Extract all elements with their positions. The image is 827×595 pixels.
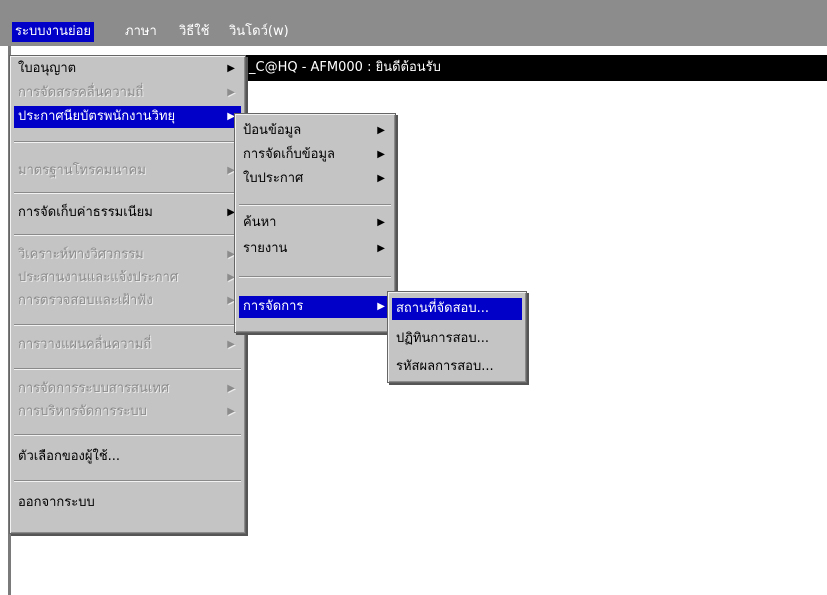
menu-item-telecom-standards: มาตรฐานโทรคมนาคม ▶ — [14, 160, 241, 182]
menu-separator — [14, 234, 241, 236]
submenu-arrow-icon: ▶ — [377, 301, 385, 312]
menu-separator — [14, 141, 241, 143]
submenu-arrow-icon: ▶ — [227, 406, 235, 417]
menu-item-label: ประกาศนียบัตรพนักงานวิทยุ — [18, 109, 176, 124]
menu-separator — [14, 434, 241, 436]
menu-item-label: มาตรฐานโทรคมนาคม — [18, 163, 146, 178]
menu-item-data-entry[interactable]: ป้อนข้อมูล ▶ — [239, 120, 391, 142]
menu-item-label: การบริหารจัดการระบบ — [18, 404, 147, 419]
submenu-arrow-icon: ▶ — [377, 217, 385, 228]
menu-item-management[interactable]: การจัดการ ▶ — [239, 296, 391, 318]
menu-item-logout[interactable]: ออกจากระบบ — [14, 492, 241, 514]
menu-item-label: การจัดเก็บค่าธรรมเนียม — [18, 205, 153, 220]
menu-item-label: การจัดการ — [243, 299, 304, 314]
menu-item-label: การวางแผนคลื่นความถี่ — [18, 337, 152, 352]
management-submenu: สถานที่จัดสอบ... ปฏิทินการสอบ... รหัสผลก… — [387, 291, 527, 383]
menu-separator — [14, 324, 241, 326]
menu-item-fee-collection[interactable]: การจัดเก็บค่าธรรมเนียม ▶ — [14, 202, 241, 224]
menu-item-report[interactable]: รายงาน ▶ — [239, 238, 391, 260]
menu-separator — [14, 192, 241, 194]
submenu-arrow-icon: ▶ — [227, 383, 235, 394]
menu-item-frequency-planning: การวางแผนคลื่นความถี่ ▶ — [14, 334, 241, 356]
menu-item-license[interactable]: ใบอนุญาต ▶ — [14, 58, 241, 80]
menu-item-label: การจัดเก็บข้อมูล — [243, 147, 336, 162]
menu-item-certificate[interactable]: ใบประกาศ ▶ — [239, 168, 391, 190]
menu-item-radio-operator-certificate[interactable]: ประกาศนียบัตรพนักงานวิทยุ ▶ — [14, 106, 241, 128]
menu-item-exam-venue[interactable]: สถานที่จัดสอบ... — [392, 298, 522, 320]
menubar-window[interactable]: วินโดว์(w) — [226, 22, 292, 42]
menu-item-label: ค้นหา — [243, 215, 277, 230]
submenu-arrow-icon: ▶ — [227, 339, 235, 350]
menu-item-monitoring: การตรวจสอบและเฝ้าฟัง ▶ — [14, 290, 241, 312]
menubar-help[interactable]: วิธีใช้ — [176, 22, 212, 42]
menu-item-engineering-analysis: วิเคราะห์ทางวิศวกรรม ▶ — [14, 244, 241, 266]
certificate-submenu: ป้อนข้อมูล ▶ การจัดเก็บข้อมูล ▶ ใบประกาศ… — [234, 113, 396, 333]
submenu-arrow-icon: ▶ — [377, 149, 385, 160]
menu-item-coordination: ประสานงานและแจ้งประกาศ ▶ — [14, 267, 241, 289]
menubar-language[interactable]: ภาษา — [122, 22, 160, 42]
submenu-arrow-icon: ▶ — [377, 243, 385, 254]
menu-bar: ระบบงานย่อย ภาษา วิธีใช้ วินโดว์(w) — [0, 0, 827, 46]
submenu-arrow-icon: ▶ — [377, 125, 385, 136]
menu-separator — [239, 276, 391, 278]
menu-item-exam-result-code[interactable]: รหัสผลการสอบ... — [392, 356, 522, 378]
submenu-arrow-icon: ▶ — [227, 63, 235, 74]
menu-item-frequency-allocation: การจัดสรรคลื่นความถี่ ▶ — [14, 82, 241, 104]
menu-item-label: ปฏิทินการสอบ... — [396, 331, 489, 346]
menu-item-label: ใบประกาศ — [243, 171, 304, 186]
menu-item-label: การจัดสรรคลื่นความถี่ — [18, 85, 144, 100]
menubar-subsystem[interactable]: ระบบงานย่อย — [12, 22, 95, 42]
window-title: _C@HQ - AFM000 : ยินดีต้อนรับ — [245, 55, 827, 81]
menu-item-label: การตรวจสอบและเฝ้าฟัง — [18, 293, 153, 308]
menu-item-label: ป้อนข้อมูล — [243, 123, 302, 138]
menu-separator — [14, 368, 241, 370]
menu-item-user-options[interactable]: ตัวเลือกของผู้ใช้... — [14, 446, 241, 468]
menu-item-label: ตัวเลือกของผู้ใช้... — [18, 449, 121, 464]
menu-separator — [239, 204, 391, 206]
menu-item-label: วิเคราะห์ทางวิศวกรรม — [18, 247, 144, 262]
menu-item-label: ประสานงานและแจ้งประกาศ — [18, 270, 179, 285]
menu-item-information-system: การจัดการระบบสารสนเทศ ▶ — [14, 378, 241, 400]
submenu-arrow-icon: ▶ — [227, 87, 235, 98]
menu-item-exam-calendar[interactable]: ปฏิทินการสอบ... — [392, 328, 522, 350]
subsystem-menu: ใบอนุญาต ▶ การจัดสรรคลื่นความถี่ ▶ ประกา… — [9, 55, 246, 534]
menu-item-data-storage[interactable]: การจัดเก็บข้อมูล ▶ — [239, 144, 391, 166]
menu-item-system-administration: การบริหารจัดการระบบ ▶ — [14, 401, 241, 423]
menu-item-label: รหัสผลการสอบ... — [396, 359, 494, 374]
menu-item-label: ออกจากระบบ — [18, 495, 95, 510]
menu-item-label: การจัดการระบบสารสนเทศ — [18, 381, 170, 396]
menu-separator — [14, 480, 241, 482]
menu-item-search[interactable]: ค้นหา ▶ — [239, 212, 391, 234]
menu-item-label: ใบอนุญาต — [18, 61, 77, 76]
menu-item-label: สถานที่จัดสอบ... — [396, 301, 490, 316]
submenu-arrow-icon: ▶ — [377, 173, 385, 184]
menu-item-label: รายงาน — [243, 241, 288, 256]
